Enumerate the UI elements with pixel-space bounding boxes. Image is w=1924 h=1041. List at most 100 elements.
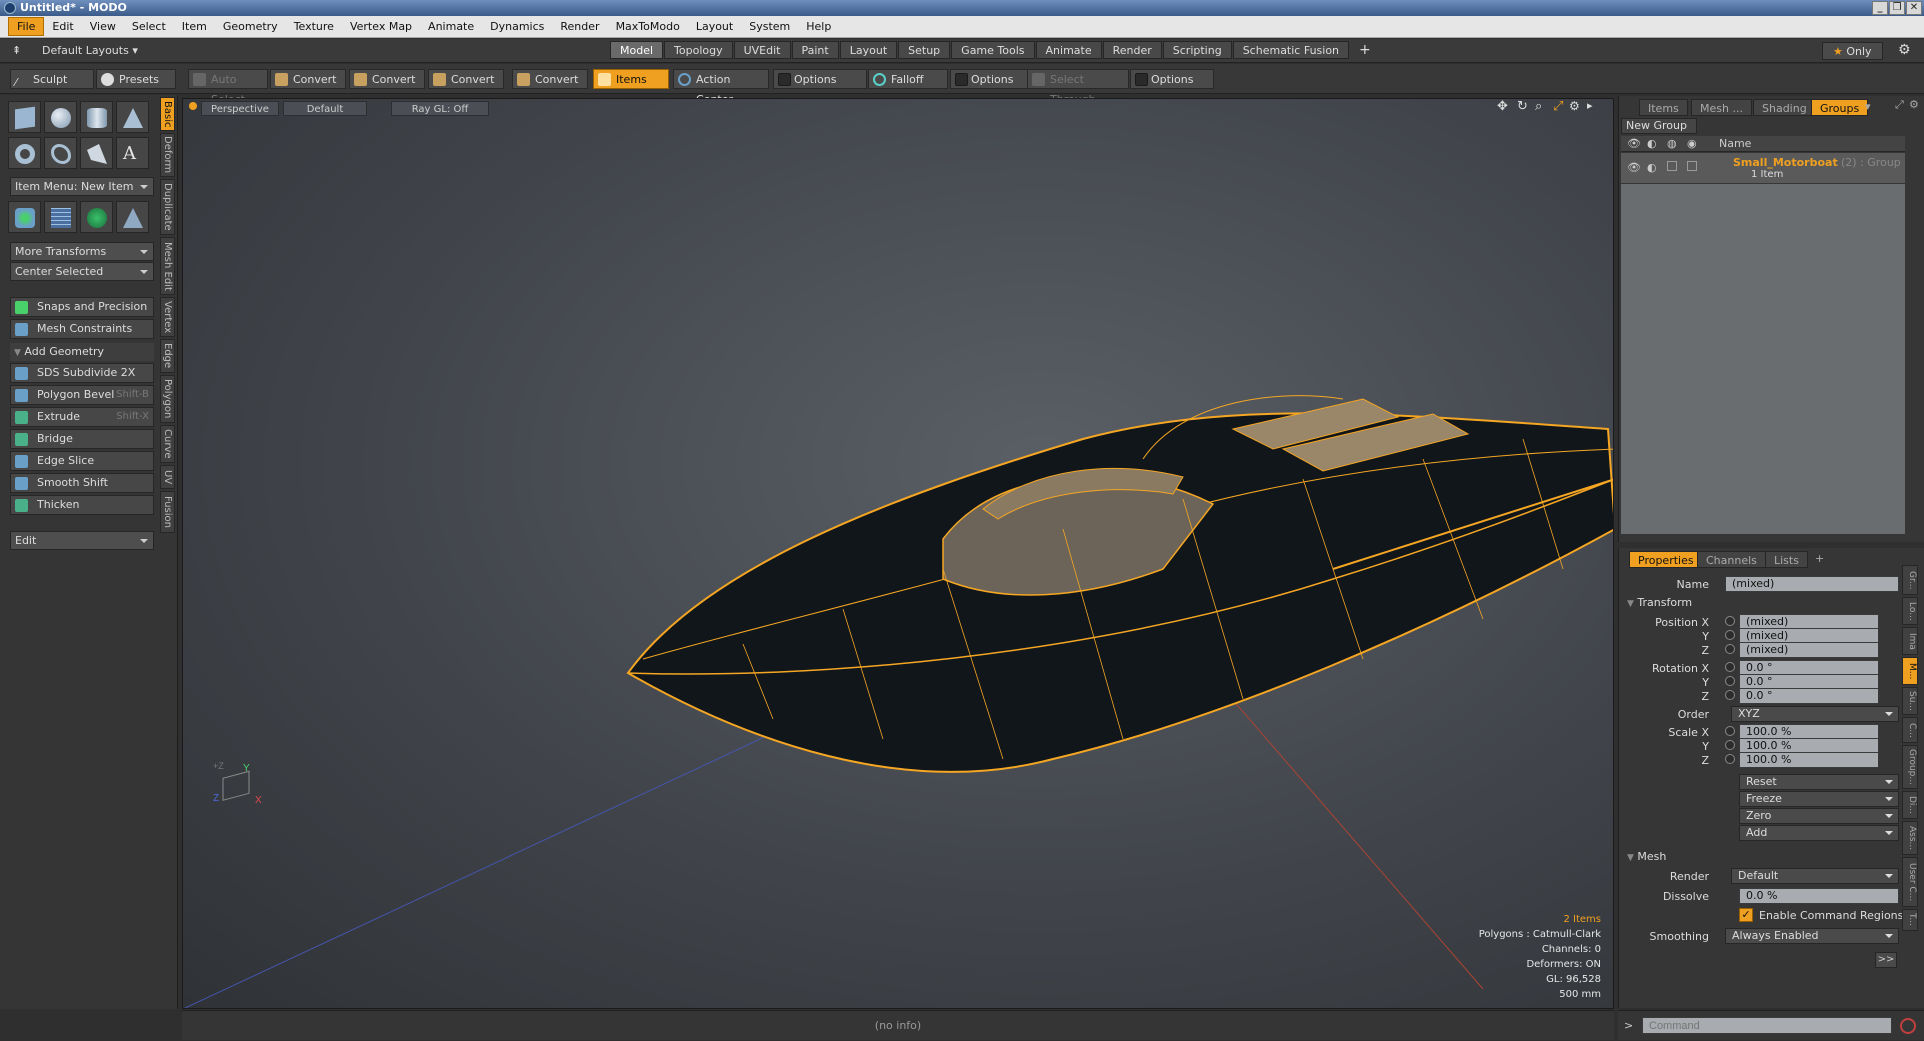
vtab-uv[interactable]: UV <box>160 465 175 489</box>
options-checkbox-2[interactable] <box>955 73 968 86</box>
minimize-button[interactable]: _ <box>1872 1 1888 15</box>
dissolve-field[interactable]: 0.0 % <box>1739 888 1899 904</box>
rotation-z-anim-dot[interactable] <box>1725 690 1735 700</box>
rvtab-7[interactable]: Di... <box>1902 791 1918 819</box>
menu-geometry[interactable]: Geometry <box>215 18 286 35</box>
menu-edit[interactable]: Edit <box>44 18 81 35</box>
select-through-options[interactable]: Options <box>1130 69 1214 89</box>
group-render-icon[interactable]: ◐ <box>1647 161 1657 174</box>
falloff-button[interactable]: Falloff <box>868 69 948 89</box>
sculpt-button[interactable]: ⁄ Sculpt <box>10 69 94 89</box>
rotation-z-field[interactable]: 0.0 ° <box>1739 688 1879 704</box>
add-geometry-header[interactable]: ▼ Add Geometry <box>10 343 154 361</box>
mesh-section[interactable]: ▼ Mesh <box>1627 850 1666 863</box>
rvtab-5[interactable]: C... <box>1902 717 1918 743</box>
command-input[interactable] <box>1642 1017 1892 1034</box>
rotation-y-anim-dot[interactable] <box>1725 676 1735 686</box>
menu-render[interactable]: Render <box>552 18 607 35</box>
gear-icon[interactable]: ⚙ <box>1898 42 1911 58</box>
record-icon[interactable] <box>1900 1018 1916 1034</box>
cone-button[interactable] <box>116 101 149 133</box>
cube-button[interactable] <box>8 101 41 133</box>
globe-button[interactable] <box>80 201 113 233</box>
vtab-deform[interactable]: Deform <box>160 133 175 177</box>
more-transforms-dropdown[interactable]: More Transforms <box>10 242 154 261</box>
rvtab-2[interactable]: Ima <box>1902 627 1918 655</box>
scene-canvas[interactable]: +Z Z Y X <box>183 99 1614 1009</box>
tool-extrude[interactable]: Extrude Shift-X <box>10 407 154 427</box>
transform-section[interactable]: ▼ Transform <box>1627 596 1692 609</box>
position-x-anim-dot[interactable] <box>1725 616 1735 626</box>
tool-polygon-bevel[interactable]: Polygon Bevel Shift-B <box>10 385 154 405</box>
vtab-edge[interactable]: Edge <box>160 339 175 373</box>
tab-model[interactable]: Model <box>610 41 664 59</box>
order-dropdown[interactable]: XYZ <box>1731 706 1899 722</box>
torus-button[interactable] <box>8 137 41 169</box>
reset-dropdown[interactable]: Reset <box>1739 774 1899 790</box>
rvtab-9[interactable]: User C... <box>1902 857 1918 907</box>
convert-edge-button[interactable]: Convert <box>349 69 425 89</box>
new-group-button[interactable]: New Group <box>1621 118 1697 134</box>
presets-button[interactable]: Presets F6 <box>96 69 176 106</box>
tool-thicken[interactable]: Thicken <box>10 495 154 515</box>
tab-uvedit[interactable]: UVEdit <box>733 41 791 59</box>
restore-button[interactable]: ❐ <box>1889 1 1905 15</box>
vtab-duplicate[interactable]: Duplicate <box>160 179 175 235</box>
menu-item[interactable]: Item <box>174 18 215 35</box>
scale-z-field[interactable]: 100.0 % <box>1739 752 1879 768</box>
tab-schematic-fusion[interactable]: Schematic Fusion <box>1232 41 1350 59</box>
add-properties-tab-icon[interactable]: + <box>1815 552 1824 565</box>
tab-mesh[interactable]: Mesh ... <box>1691 99 1752 116</box>
zero-dropdown[interactable]: Zero <box>1739 808 1899 824</box>
tab-layout[interactable]: Layout <box>839 41 898 59</box>
convert-polygon-button[interactable]: Convert <box>428 69 504 89</box>
vtab-basic[interactable]: Basic <box>160 97 175 131</box>
freeze-dropdown[interactable]: Freeze <box>1739 791 1899 807</box>
rvtab-3[interactable]: M... <box>1902 657 1918 685</box>
rvtab-4[interactable]: Su... <box>1902 687 1918 715</box>
action-center-button[interactable]: Action Center <box>673 69 769 106</box>
menu-dynamics[interactable]: Dynamics <box>482 18 552 35</box>
tab-items[interactable]: Items <box>1639 99 1688 116</box>
items-mode-button[interactable]: Items <box>593 69 669 89</box>
tool-smooth-shift[interactable]: Smooth Shift <box>10 473 154 493</box>
tab-groups[interactable]: Groups <box>1811 99 1869 116</box>
mesh-constraints-button[interactable]: Mesh Constraints <box>10 319 154 339</box>
layout-pin-icon[interactable]: ⇞ <box>6 42 27 60</box>
panel-gear-icon[interactable]: ⚙ <box>1909 98 1919 111</box>
close-button[interactable]: ✕ <box>1906 1 1922 15</box>
menu-help[interactable]: Help <box>798 18 839 35</box>
motorboat-model[interactable] <box>626 395 1614 773</box>
rvtab-0[interactable]: Gr... <box>1902 565 1918 595</box>
rotation-x-anim-dot[interactable] <box>1725 662 1735 672</box>
scale-y-anim-dot[interactable] <box>1725 740 1735 750</box>
scale-x-anim-dot[interactable] <box>1725 726 1735 736</box>
position-z-field[interactable]: (mixed) <box>1739 642 1879 658</box>
tool-sds-subdivide[interactable]: SDS Subdivide 2X <box>10 363 154 383</box>
group-name[interactable]: Small_Motorboat <box>1733 156 1838 169</box>
layout-selector[interactable]: Default Layouts ▾ <box>36 42 144 60</box>
menu-texture[interactable]: Texture <box>286 18 342 35</box>
menu-animate[interactable]: Animate <box>420 18 482 35</box>
panel-expand-icon[interactable]: ⤢ <box>1895 98 1904 112</box>
tab-animate[interactable]: Animate <box>1035 41 1102 59</box>
tab-setup[interactable]: Setup <box>898 41 951 59</box>
center-selected-dropdown[interactable]: Center Selected <box>10 262 154 281</box>
auto-select-button[interactable]: Auto Select <box>188 69 268 106</box>
panel-menu-icon[interactable]: ▾ <box>1865 100 1871 113</box>
position-y-anim-dot[interactable] <box>1725 630 1735 640</box>
tab-render[interactable]: Render <box>1102 41 1162 59</box>
tab-paint[interactable]: Paint <box>791 41 839 59</box>
menu-vertex-map[interactable]: Vertex Map <box>342 18 420 35</box>
3d-viewport[interactable]: Perspective Default Ray GL: Off ✥ ↻ ⌕ ⤢ … <box>182 98 1614 1009</box>
falloff-options[interactable]: Options <box>950 69 1030 89</box>
vtab-fusion[interactable]: Fusion <box>160 491 175 533</box>
tab-shading[interactable]: Shading <box>1753 99 1816 116</box>
select-through-button[interactable]: Select Through <box>1027 69 1129 106</box>
render-dropdown[interactable]: Default <box>1731 868 1899 884</box>
menu-file[interactable]: File <box>8 17 45 36</box>
tab-topology[interactable]: Topology <box>664 41 733 59</box>
tool-bridge[interactable]: Bridge <box>10 429 154 449</box>
menu-system[interactable]: System <box>741 18 798 35</box>
options-checkbox-3[interactable] <box>1135 73 1148 86</box>
